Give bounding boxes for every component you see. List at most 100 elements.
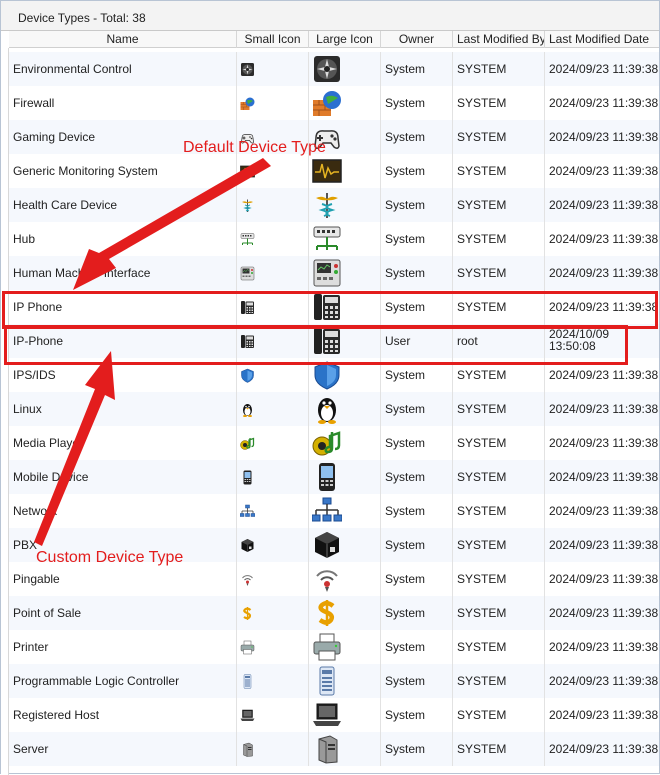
modified-by-cell: SYSTEM xyxy=(453,698,545,732)
table-row[interactable]: Linux System SYSTEM 2024/09/23 11:39:38 xyxy=(9,392,659,426)
modified-by-cell: SYSTEM xyxy=(453,256,545,290)
owner-value: System xyxy=(385,368,426,382)
owner-value: System xyxy=(385,164,426,178)
modified-date-cell: 2024/09/23 11:39:38 xyxy=(545,86,659,120)
mobile-phone-icon xyxy=(240,470,255,485)
modified-by-value: SYSTEM xyxy=(457,436,507,450)
table-row[interactable]: Firewall System SYSTEM 2024/09/23 11:39:38 xyxy=(9,86,659,120)
laptop-icon xyxy=(240,708,255,723)
column-header-large-icon[interactable]: Large Icon xyxy=(309,31,381,48)
modified-by-cell: SYSTEM xyxy=(453,630,545,664)
table-row[interactable]: Server System SYSTEM 2024/09/23 11:39:38 xyxy=(9,732,659,766)
modified-date-value: 2024/09/23 11:39:38 xyxy=(549,436,659,450)
modified-by-value: SYSTEM xyxy=(457,538,507,552)
modified-by-value: SYSTEM xyxy=(457,368,507,382)
large-icon-cell xyxy=(309,596,381,630)
modified-by-value: SYSTEM xyxy=(457,572,507,586)
device-type-name: Network xyxy=(13,504,58,518)
table-row[interactable]: Network System SYSTEM 2024/09/23 11:39:38 xyxy=(9,494,659,528)
panel-title-bar: Device Types - Total: 38 xyxy=(1,1,659,31)
custom-type-highlight xyxy=(4,325,628,365)
modified-by-cell: SYSTEM xyxy=(453,392,545,426)
modified-date-value: 2024/09/23 11:39:38 xyxy=(549,232,659,246)
large-icon-cell xyxy=(309,256,381,290)
table-row[interactable]: Printer System SYSTEM 2024/09/23 11:39:38 xyxy=(9,630,659,664)
device-type-name: Printer xyxy=(13,640,49,654)
large-icon-cell xyxy=(309,154,381,188)
modified-by-value: SYSTEM xyxy=(457,640,507,654)
device-type-name: Generic Monitoring System xyxy=(13,164,158,178)
table-row[interactable]: Media Player System SYSTEM 2024/09/23 11:39… xyxy=(9,426,659,460)
modified-by-value: SYSTEM xyxy=(457,232,507,246)
owner-value: System xyxy=(385,572,426,586)
modified-by-cell: SYSTEM xyxy=(453,562,545,596)
modified-date-value: 2024/09/23 11:39:38 xyxy=(549,96,659,110)
owner-cell: System xyxy=(381,222,453,256)
default-device-type-label: Default Device Type xyxy=(183,139,326,156)
modified-date-cell: 2024/09/23 11:39:38 xyxy=(545,562,659,596)
table-row[interactable]: Environmental Control System SYSTEM 2024/09… xyxy=(9,52,659,86)
owner-value: System xyxy=(385,62,426,76)
small-icon-cell xyxy=(237,630,309,664)
small-icon-cell xyxy=(237,222,309,256)
modified-by-cell: SYSTEM xyxy=(453,426,545,460)
column-header-small-icon[interactable]: Small Icon xyxy=(237,31,309,48)
table-row[interactable]: Hub System SYSTEM 2024/09/23 11:39:38 xyxy=(9,222,659,256)
column-header-modified-date[interactable]: Last Modified Date xyxy=(545,31,659,48)
modified-date-cell: 2024/09/23 11:39:38 xyxy=(545,188,659,222)
table-row[interactable]: Programmable Logic Controller System SYSTE… xyxy=(9,664,659,698)
table-row[interactable]: Health Care Device System SYSTEM 2024/09/23… xyxy=(9,188,659,222)
name-cell: Registered Host xyxy=(9,698,237,732)
owner-cell: System xyxy=(381,630,453,664)
name-cell: Point of Sale xyxy=(9,596,237,630)
table-row[interactable]: Gaming Device System SYSTEM 2024/09/23 11:3… xyxy=(9,120,659,154)
owner-value: System xyxy=(385,504,426,518)
table-row[interactable]: Mobile Device System SYSTEM 2024/09/23 11:3… xyxy=(9,460,659,494)
hub-icon xyxy=(312,224,342,254)
laptop-icon xyxy=(312,700,342,730)
modified-by-cell: SYSTEM xyxy=(453,188,545,222)
device-type-name: Point of Sale xyxy=(13,606,82,620)
name-cell: Printer xyxy=(9,630,237,664)
media-player-icon xyxy=(240,436,255,451)
column-header-modified-by[interactable]: Last Modified By xyxy=(453,31,545,48)
owner-value: System xyxy=(385,674,426,688)
column-header-name[interactable]: Name xyxy=(9,31,237,48)
device-type-name: Media Player xyxy=(13,436,84,450)
table-row[interactable]: Generic Monitoring System System SYSTEM 202… xyxy=(9,154,659,188)
small-icon-cell xyxy=(237,596,309,630)
owner-value: System xyxy=(385,742,426,756)
owner-value: System xyxy=(385,640,426,654)
device-type-name: Gaming Device xyxy=(13,130,96,144)
large-icon-cell xyxy=(309,698,381,732)
large-icon-cell xyxy=(309,528,381,562)
small-icon-cell xyxy=(237,392,309,426)
modified-date-cell: 2024/09/23 11:39:38 xyxy=(545,596,659,630)
device-type-name: IPS/IDS xyxy=(13,368,56,382)
device-type-name: Registered Host xyxy=(13,708,100,722)
modified-date-value: 2024/09/23 11:39:38 xyxy=(549,402,659,416)
owner-cell: System xyxy=(381,732,453,766)
table-row[interactable]: Registered Host System SYSTEM 2024/09/23 11… xyxy=(9,698,659,732)
table-row[interactable]: Point of Sale System SYSTEM 2024/09/23 11:3… xyxy=(9,596,659,630)
modified-date-cell: 2024/09/23 11:39:38 xyxy=(545,392,659,426)
name-cell: Media Player xyxy=(9,426,237,460)
shield-icon xyxy=(240,368,255,383)
server-tower-icon xyxy=(312,734,342,764)
column-header-owner[interactable]: Owner xyxy=(381,31,453,48)
ping-signal-icon xyxy=(312,564,342,594)
caduceus-icon xyxy=(240,198,255,213)
table-row[interactable]: Human Machine Interface System SYSTEM 2024/… xyxy=(9,256,659,290)
modified-by-cell: SYSTEM xyxy=(453,222,545,256)
modified-date-cell: 2024/09/23 11:39:38 xyxy=(545,120,659,154)
modified-date-cell: 2024/09/23 11:39:38 xyxy=(545,698,659,732)
table-row[interactable]: Pingable System SYSTEM 2024/09/23 11:39:38 xyxy=(9,562,659,596)
network-icon xyxy=(239,504,256,519)
modified-by-value: SYSTEM xyxy=(457,674,507,688)
large-icon-cell xyxy=(309,732,381,766)
owner-value: System xyxy=(385,402,426,416)
modified-date-cell: 2024/09/23 11:39:38 xyxy=(545,222,659,256)
small-icon-cell xyxy=(237,460,309,494)
modified-date-cell: 2024/09/23 11:39:38 xyxy=(545,494,659,528)
hmi-panel-icon xyxy=(240,266,255,281)
